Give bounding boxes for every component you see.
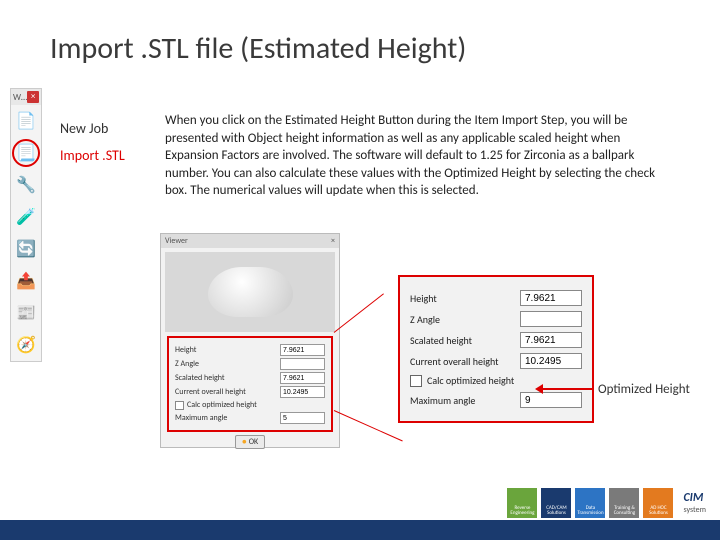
- toolbar-close-icon[interactable]: ×: [27, 91, 39, 103]
- new-job-icon[interactable]: 📄: [12, 107, 40, 135]
- zangle-input-small[interactable]: [280, 358, 325, 370]
- overall-label: Current overall height: [410, 355, 498, 368]
- step-import-stl: Import .STL: [60, 147, 125, 164]
- height-label-small: Height: [175, 345, 196, 355]
- footer-logo-item: Training & Consulting: [609, 488, 639, 518]
- height-label: Height: [410, 292, 437, 305]
- zoom-connector-line: [334, 293, 384, 333]
- import-stl-icon[interactable]: 📃: [12, 139, 40, 167]
- zoom-connector-line: [334, 410, 403, 441]
- footer-logos: Reverse Engineering CAD/CAM Solutions Da…: [507, 488, 706, 518]
- overall-input[interactable]: [520, 353, 582, 369]
- optimized-height-callout: Optimized Height: [598, 382, 690, 397]
- opt-label-small: Calc optimized height: [187, 400, 257, 410]
- callout-arrow-icon: [542, 388, 592, 390]
- report-icon[interactable]: 📰: [12, 299, 40, 327]
- brand-name: CIM: [683, 491, 703, 505]
- scaled-input-small[interactable]: [280, 372, 325, 384]
- max-input-small[interactable]: [280, 412, 325, 424]
- toolbar-header: W… ×: [11, 89, 41, 105]
- viewer-titlebar: Viewer ×: [161, 234, 339, 248]
- toolbar-header-label: W…: [13, 92, 27, 103]
- heal-mesh-icon[interactable]: 🔧: [12, 171, 40, 199]
- viewer-title-text: Viewer: [165, 234, 188, 248]
- calc-optimized-label: Calc optimized height: [427, 374, 514, 387]
- simulate-icon[interactable]: 🧭: [12, 331, 40, 359]
- height-input-small[interactable]: [280, 344, 325, 356]
- footer-bar: [0, 520, 720, 540]
- brand-logo: CIM system: [683, 491, 706, 515]
- zangle-label-small: Z Angle: [175, 359, 199, 369]
- overall-input-small[interactable]: [280, 386, 325, 398]
- viewer-dialog: Viewer × Height Z Angle Scalated height …: [160, 233, 340, 448]
- left-toolbar: W… × 📄 📃 🔧 🧪 🔄 📤 📰 🧭: [10, 88, 42, 362]
- opt-checkbox-small[interactable]: [175, 401, 184, 410]
- max-angle-input[interactable]: [520, 392, 582, 408]
- brand-sub: system: [683, 505, 706, 515]
- footer-logo-item: AD HOC Solutions: [643, 488, 673, 518]
- footer-logo-item: Reverse Engineering: [507, 488, 537, 518]
- viewer-close-icon[interactable]: ×: [331, 234, 335, 248]
- orient-icon[interactable]: 🔄: [12, 235, 40, 263]
- footer-logo-item: CAD/CAM Solutions: [541, 488, 571, 518]
- body-paragraph: When you click on the Estimated Height B…: [165, 112, 665, 200]
- height-input[interactable]: [520, 290, 582, 306]
- step-new-job: New Job: [60, 120, 125, 137]
- measure-icon[interactable]: 🧪: [12, 203, 40, 231]
- scaled-label-small: Scalated height: [175, 373, 225, 383]
- calc-optimized-checkbox[interactable]: [410, 375, 422, 387]
- max-angle-label: Maximum angle: [410, 394, 475, 407]
- tooth-model-icon: [208, 267, 293, 317]
- viewer-canvas: [165, 252, 335, 332]
- step-labels: New Job Import .STL: [60, 120, 125, 164]
- footer-logo-item: Data Transmission: [575, 488, 605, 518]
- zoom-fields-panel: Height Z Angle Scalated height Current o…: [398, 275, 594, 423]
- export-icon[interactable]: 📤: [12, 267, 40, 295]
- viewer-fields-panel: Height Z Angle Scalated height Current o…: [167, 336, 333, 432]
- scaled-label: Scalated height: [410, 334, 472, 347]
- scaled-input[interactable]: [520, 332, 582, 348]
- zangle-label: Z Angle: [410, 313, 440, 326]
- ok-button[interactable]: OK: [235, 435, 265, 449]
- overall-label-small: Current overall height: [175, 387, 246, 397]
- max-label-small: Maximum angle: [175, 413, 227, 423]
- zangle-input[interactable]: [520, 311, 582, 327]
- page-title: Import .STL file (Estimated Height): [50, 30, 466, 67]
